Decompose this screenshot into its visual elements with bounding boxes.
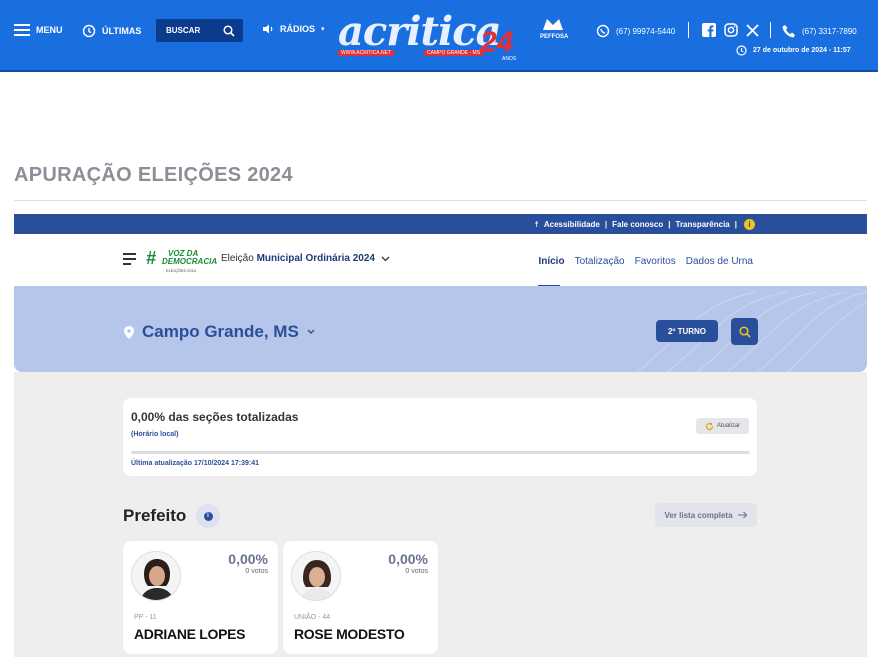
candidate-party: UNIÃO - 44 <box>294 614 331 621</box>
phone-number: (67) 3317-7890 <box>802 26 857 36</box>
instagram-icon[interactable] <box>724 23 738 37</box>
section-title-prefeito: Prefeito <box>123 506 187 525</box>
eleicao-name: Municipal Ordinária 2024 <box>256 253 375 264</box>
second-round-button[interactable]: 2º TURNO <box>656 320 718 342</box>
accessibility-bar: ☨ Acessibilidade | Fale conosco | Transp… <box>14 214 867 234</box>
nav-link-inicio[interactable]: Início <box>538 256 565 287</box>
nav-menu-icon[interactable] <box>123 253 136 268</box>
clock-icon <box>736 45 747 56</box>
search-label: BUSCAR <box>166 26 201 35</box>
site-logo[interactable]: acritica 24 WWW.ACRITICA.NET CAMPO GRAND… <box>334 6 534 64</box>
logo-url: WWW.ACRITICA.NET <box>338 50 394 56</box>
info-icon: i <box>203 511 213 521</box>
location-hero: Campo Grande, MS 2º TURNO <box>14 286 867 372</box>
accessibility-icon: ☨ <box>534 219 539 229</box>
totalization-status-card: 0,00% das seções totalizadas (Horário lo… <box>123 398 757 476</box>
candidate-name: ADRIANE LOPES <box>134 626 246 642</box>
site-header: MENU ÚLTIMAS BUSCAR RÁDIOS ▾ acritica 24… <box>0 0 878 72</box>
divider <box>688 22 689 38</box>
logo-text: VOZ DA DEMOCRACIA <box>162 250 217 266</box>
hero-search-button[interactable] <box>731 318 758 345</box>
chevron-down-icon <box>307 329 315 334</box>
voz-democracia-logo[interactable]: # VOZ DA DEMOCRACIA ELEIÇÕES 2024 <box>146 248 217 274</box>
full-list-button[interactable]: Ver lista completa <box>655 503 757 527</box>
full-list-label: Ver lista completa <box>664 510 733 520</box>
refresh-icon <box>705 422 713 430</box>
candidate-photo <box>291 551 341 601</box>
logo-subtitle: ELEIÇÕES 2024 <box>166 268 197 273</box>
phone-icon <box>782 25 795 38</box>
whatsapp-number: (67) 99974-5440 <box>616 26 676 36</box>
search-icon <box>738 325 751 338</box>
ultimas-link[interactable]: ÚLTIMAS <box>82 24 141 38</box>
badge-icon <box>543 19 563 30</box>
eleicao-prefix: Eleição <box>221 253 254 264</box>
candidate-card[interactable]: 0,00% 0 votos PP - 11 ADRIANE LOPES <box>123 541 278 654</box>
menu-label: MENU <box>36 25 63 35</box>
info-button[interactable]: i <box>196 504 220 528</box>
candidate-party: PP - 11 <box>134 614 157 621</box>
last-update: Última atualização 17/10/2024 17:39:41 <box>131 460 260 467</box>
totalization-progress <box>131 451 750 454</box>
arrow-right-icon <box>737 511 747 519</box>
phone-contact[interactable]: (67) 3317-7890 <box>782 24 857 38</box>
fale-conosco-link[interactable]: Fale conosco <box>612 220 663 229</box>
ultimas-label: ÚLTIMAS <box>102 26 142 36</box>
info-icon[interactable]: i <box>744 218 755 230</box>
location-pin-icon <box>124 325 134 339</box>
chevron-down-icon <box>381 256 390 261</box>
vote-percentage: 0,00% <box>228 551 268 567</box>
vote-percentage: 0,00% <box>388 551 428 567</box>
candidate-name: ROSE MODESTO <box>294 626 405 642</box>
menu-icon <box>14 24 30 36</box>
history-icon <box>82 24 96 38</box>
vote-count: 0 votos <box>405 568 428 575</box>
page-title: APURAÇÃO ELEIÇÕES 2024 <box>14 164 293 186</box>
city-selector[interactable]: Campo Grande, MS <box>124 322 315 342</box>
whatsapp-contact[interactable]: (67) 99974-5440 <box>596 24 675 38</box>
peffosa-badge[interactable]: PEFFOSA <box>540 16 569 42</box>
social-links <box>702 23 759 37</box>
current-date: 27 de outubro de 2024 - 11:57 <box>736 45 851 56</box>
radios-menu[interactable]: RÁDIOS ▾ <box>262 24 325 34</box>
status-local-time: (Horário local) <box>131 431 179 438</box>
logo-city: CAMPO GRANDE - MS <box>424 50 484 56</box>
search-icon[interactable] <box>223 24 235 37</box>
speaker-icon <box>263 24 273 34</box>
whatsapp-icon <box>596 24 610 38</box>
menu-button[interactable]: MENU <box>14 24 63 36</box>
nav-link-totalizacao[interactable]: Totalização <box>575 256 625 267</box>
refresh-label: Atualizar <box>716 423 741 429</box>
separator: | <box>734 219 737 229</box>
divider <box>770 22 771 38</box>
refresh-button[interactable]: Atualizar <box>696 418 749 434</box>
status-title: 0,00% das seções totalizadas <box>131 410 299 424</box>
title-divider <box>14 200 867 201</box>
vote-count: 0 votos <box>245 568 268 575</box>
radios-label: RÁDIOS <box>280 24 316 34</box>
facebook-icon[interactable] <box>702 23 716 37</box>
acessibilidade-link[interactable]: Acessibilidade <box>544 220 600 229</box>
election-selector[interactable]: Eleição Municipal Ordinária 2024 <box>221 253 390 264</box>
nav-link-favoritos[interactable]: Favoritos <box>635 256 676 267</box>
logo-years: 24 <box>480 26 514 59</box>
x-icon[interactable] <box>746 23 759 37</box>
datetime-text: 27 de outubro de 2024 - 11:57 <box>753 47 851 54</box>
nav-links: Início Totalização Favoritos Dados de Ur… <box>538 256 753 287</box>
candidate-card[interactable]: 0,00% 0 votos UNIÃO - 44 ROSE MODESTO <box>283 541 438 654</box>
city-name: Campo Grande, MS <box>142 322 299 341</box>
badge-text: PEFFOSA <box>540 34 569 40</box>
chevron-down-icon: ▾ <box>321 26 325 33</box>
election-nav: # VOZ DA DEMOCRACIA ELEIÇÕES 2024 Eleiçã… <box>14 234 867 287</box>
transparencia-link[interactable]: Transparência <box>676 220 730 229</box>
logo-anos: ANOS <box>502 56 517 62</box>
separator: | <box>604 219 608 229</box>
nav-link-dados-urna[interactable]: Dados de Urna <box>686 256 753 267</box>
logo-line2: DEMOCRACIA <box>162 257 218 266</box>
logo-text: acritica <box>338 8 501 55</box>
separator: | <box>668 219 671 229</box>
logo-hash: # <box>146 248 157 268</box>
header-search-input[interactable]: BUSCAR <box>156 19 243 42</box>
candidate-photo <box>131 551 181 601</box>
